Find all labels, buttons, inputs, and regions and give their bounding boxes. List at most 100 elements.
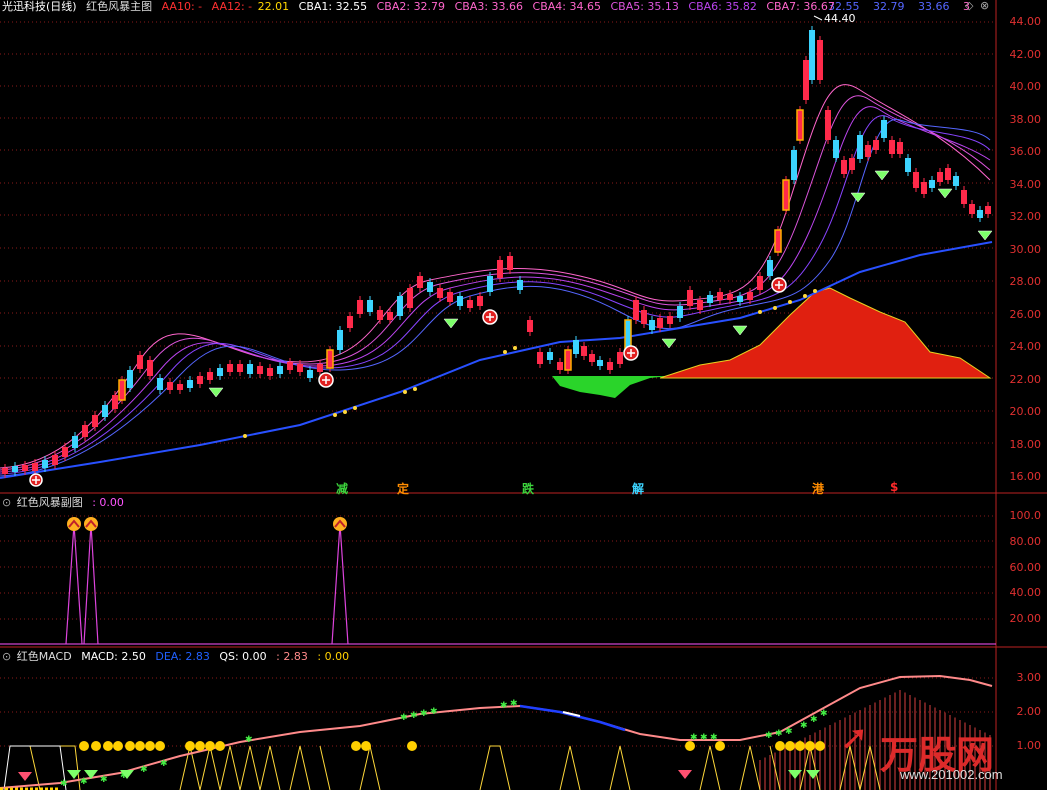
signal-up-icons [67, 517, 347, 531]
green-cross-marker: ✱ [510, 699, 518, 709]
yellow-dot [351, 741, 361, 751]
price-tick-label: 40.00 [1009, 80, 1042, 93]
yellow-dot [125, 741, 135, 751]
green-cross-marker: ✱ [245, 735, 253, 745]
yellow-dot [103, 741, 113, 751]
candle-body [767, 260, 773, 276]
candle-body [119, 380, 125, 400]
candle-body [477, 296, 483, 306]
yellow-dot [185, 741, 195, 751]
aa12-value: AA12: - [211, 0, 253, 13]
yellow-dot [205, 741, 215, 751]
candle-body [969, 204, 975, 214]
aa12-number: 22.01 [257, 0, 290, 13]
signal-label: $ [890, 480, 899, 494]
bottom-diamond-markers [18, 770, 820, 781]
candle-body [641, 310, 647, 324]
candle-body [347, 316, 353, 328]
candle-body [607, 362, 613, 370]
green-cross-marker: ✱ [500, 701, 508, 711]
candle-body [977, 210, 983, 218]
green-cross-marker: ✱ [430, 707, 438, 717]
yellow-dot [113, 741, 123, 751]
green-cross-marker: ✱ [810, 715, 818, 725]
macd-tick-label: 3.00 [1016, 671, 1042, 684]
candle-body [517, 280, 523, 290]
main-indicator-name[interactable]: 红色风暴主图 [86, 0, 152, 13]
yellow-dot [407, 741, 417, 751]
watermark-logo-icon: ➚ [840, 718, 869, 758]
candle-body [437, 288, 443, 298]
green-cross-marker: ✱ [420, 709, 428, 719]
sub-indicator-name[interactable]: 红色风暴副图 [17, 496, 83, 509]
sub-collapse-icon[interactable]: ⊙ [2, 496, 11, 509]
candle-body [589, 354, 595, 362]
sub-value: : 0.00 [92, 496, 124, 509]
green-cross-marker: ✱ [60, 779, 68, 789]
sub-tick-label: 80.00 [1009, 534, 1042, 548]
candle-body [387, 312, 393, 320]
cba3-value: CBA3: 33.66 [454, 0, 524, 13]
candle-body [929, 180, 935, 188]
cba4-value: CBA4: 34.65 [532, 0, 601, 13]
yellow-dot [361, 741, 371, 751]
price-tick-label: 36.00 [1009, 145, 1042, 158]
candle-body [227, 364, 233, 372]
green-cross-marker: ✱ [140, 765, 148, 775]
candle-body [297, 364, 303, 372]
candle-body [833, 140, 839, 158]
price-tick-label: 26.00 [1009, 307, 1042, 321]
macd-value: MACD: 2.50 [81, 650, 146, 663]
price-tick-label: 42.00 [1009, 47, 1042, 61]
yellow-dot [91, 741, 101, 751]
candle-body [633, 300, 639, 320]
yellow-dot [685, 741, 695, 751]
candle-body [22, 465, 28, 471]
sub-chart-pane[interactable]: ⊙ 红色风暴副图 : 0.00 100.0 80.00 60.00 40.00 20.0… [0, 494, 1047, 648]
macd-collapse-icon[interactable]: ⊙ [2, 650, 11, 663]
candle-body [82, 425, 88, 437]
main-chart-pane[interactable]: 光迅科技(日线) 红色风暴主图 AA10: - AA12: - 22.01 CB… [0, 0, 1047, 496]
price-tick-label: 44.00 [1009, 15, 1042, 28]
candle-body [961, 190, 967, 204]
candle-body [267, 368, 273, 376]
diamond-icon[interactable]: ◇ [965, 0, 973, 12]
candle-body [707, 295, 713, 303]
green-cross-marker: ✱ [80, 777, 88, 787]
green-cross-marker: ✱ [400, 713, 408, 723]
price-tick-label: 24.00 [1009, 340, 1042, 353]
candle-body [417, 276, 423, 288]
candle-body [617, 352, 623, 364]
green-cross-marker: ✱ [160, 759, 168, 769]
macd-tick-label: 1.00 [1016, 739, 1042, 752]
candle-body [953, 176, 959, 186]
candle-body [177, 384, 183, 390]
candle-body [649, 320, 655, 330]
close-icon[interactable]: ⊗ [980, 0, 989, 12]
yellow-dot [795, 741, 805, 751]
candle-body [187, 380, 193, 388]
yellow-dot [775, 741, 785, 751]
price-tick-label: 34.00 [1009, 177, 1042, 191]
candle-body [697, 300, 703, 310]
candle-body [905, 158, 911, 172]
price-tick-label: 20.00 [1009, 405, 1042, 418]
cba5-value: CBA5: 35.13 [610, 0, 679, 13]
price-tick-label: 30.00 [1009, 242, 1042, 256]
main-chart-canvas[interactable] [0, 0, 1047, 494]
macd-indicator-name[interactable]: 红色MACD [17, 650, 72, 663]
candle-body [873, 140, 879, 150]
price-tick-label: 16.00 [1009, 470, 1042, 483]
candle-body [237, 364, 243, 372]
macd-chart-pane[interactable]: ✱ ✱ ✱ ✱ ✱ ✱ ✱ ✱ ✱ ✱ ✱ ✱ ✱ ✱ ✱ ✱ ✱ ✱ ✱ ✱ ✱ ✱ ⊙ 红色MACD MACD: 2.… [0, 648, 1047, 790]
candle-body [791, 150, 797, 180]
macd-extra-2: : 0.00 [317, 650, 350, 663]
candle-body [727, 294, 733, 300]
candle-body [367, 300, 373, 312]
candle-body [137, 355, 143, 369]
candle-body [327, 350, 333, 368]
aa10-value: AA10: - [161, 0, 203, 13]
candle-body [62, 447, 68, 457]
extra-value-3: 33.66 [918, 0, 950, 13]
cba2-value: CBA2: 32.79 [376, 0, 446, 13]
